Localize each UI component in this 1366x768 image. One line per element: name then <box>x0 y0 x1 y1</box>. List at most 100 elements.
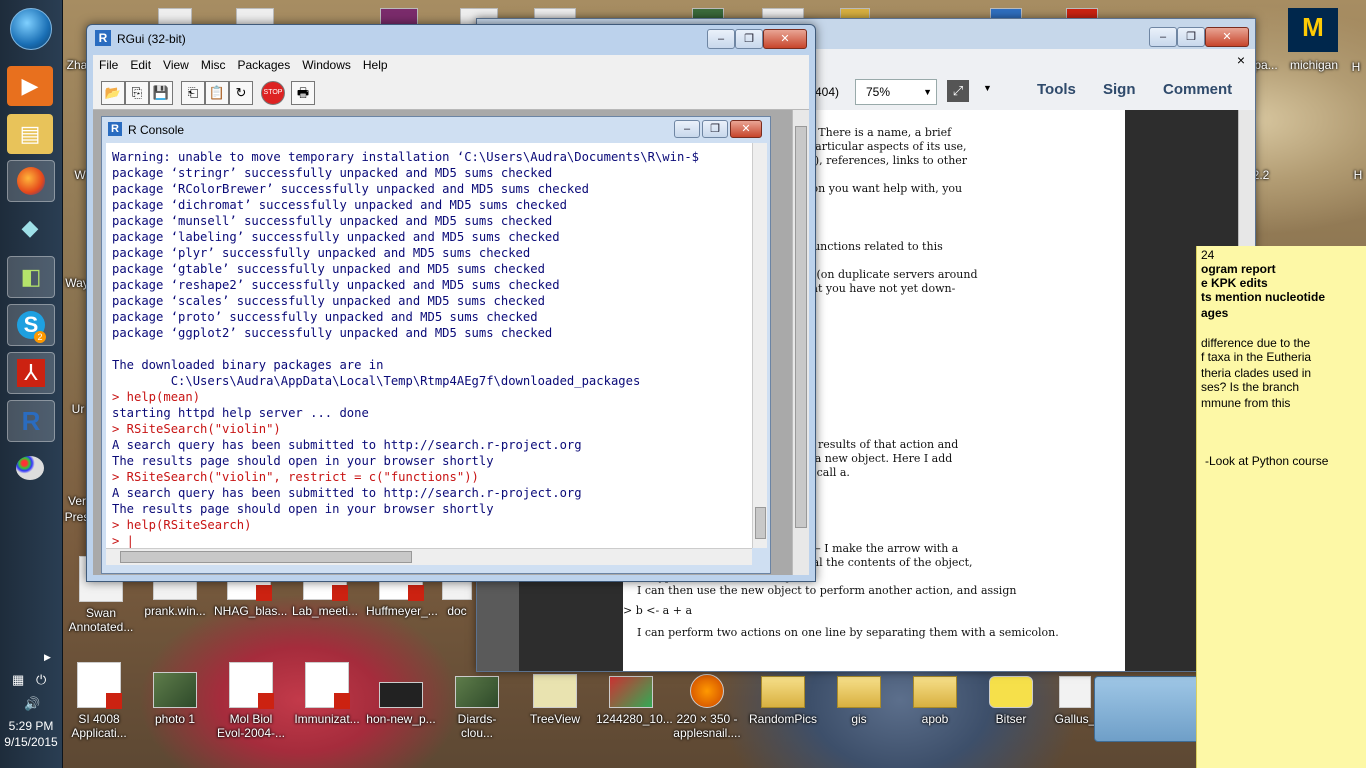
desktop-icon-shortcut[interactable]: Bitser <box>976 676 1046 726</box>
comment-button[interactable]: Comment <box>1163 81 1232 98</box>
desktop-icon-file[interactable]: Mol Biol Evol-2004-... <box>216 662 286 740</box>
desktop-icon-file[interactable]: 1244280_10... <box>596 676 673 726</box>
close-button[interactable]: ✕ <box>1205 27 1249 47</box>
media-player-icon[interactable]: ▶ <box>7 66 53 106</box>
load-workspace-icon[interactable]: ⎘ <box>125 81 149 105</box>
desktop-label[interactable]: Ur <box>68 402 88 416</box>
desktop-label-michigan[interactable]: michigan <box>1282 58 1346 72</box>
tools-button[interactable]: Tools <box>1037 81 1076 98</box>
menu-file[interactable]: File <box>93 55 124 72</box>
minimize-button[interactable]: – <box>1149 27 1177 47</box>
background-window[interactable] <box>1094 676 1200 742</box>
zoom-select[interactable]: 75% ▼ <box>855 79 937 105</box>
power-icon[interactable]: ⏻ <box>36 672 46 688</box>
treeview-icon <box>533 674 577 708</box>
console-command-line: > | <box>112 534 135 548</box>
notes-icon[interactable]: ◆ <box>7 208 53 248</box>
rgui-window[interactable]: R RGui (32-bit) – ❐ ✕ File Edit View Misc Pa… <box>86 24 816 582</box>
console-horizontal-scrollbar[interactable] <box>106 548 752 565</box>
acrobat-icon[interactable]: ⅄ <box>7 352 55 394</box>
print-icon[interactable]: 🖶 <box>291 81 315 105</box>
console-output-line: package ‘scales’ successfully unpacked a… <box>112 294 545 308</box>
folder-icon <box>913 676 957 708</box>
desktop-icon-shortcut[interactable]: TreeView <box>520 674 590 726</box>
paste-icon[interactable]: 📋 <box>205 81 229 105</box>
fullscreen-icon[interactable]: ⤢ <box>947 80 969 102</box>
sticky-note-line: ts mention nucleotide <box>1201 290 1326 304</box>
sign-button[interactable]: Sign <box>1103 81 1136 98</box>
console-command-line: > RSiteSearch("violin") <box>112 422 281 436</box>
menu-windows[interactable]: Windows <box>296 55 357 72</box>
close-button[interactable]: ✕ <box>730 120 762 138</box>
minimize-button[interactable]: – <box>674 120 700 138</box>
copy-paste-icon[interactable]: ↻ <box>229 81 253 105</box>
r-icon[interactable]: R <box>7 400 55 442</box>
desktop-icon-file[interactable]: hon-new_p... <box>366 682 436 726</box>
clock[interactable]: 5:29 PM 9/15/2015 <box>0 718 62 750</box>
menu-misc[interactable]: Misc <box>195 55 232 72</box>
stop-icon[interactable]: STOP <box>261 81 285 105</box>
chevron-down-icon: ▼ <box>923 87 932 97</box>
desktop-icon-file[interactable]: photo 1 <box>140 672 210 726</box>
mdi-vertical-scrollbar[interactable] <box>792 110 809 575</box>
sticky-note[interactable]: 24 ogram report e KPK edits ts mention nucl… <box>1196 246 1366 768</box>
maximize-button[interactable]: ❐ <box>735 29 763 49</box>
bitser-icon <box>989 676 1033 708</box>
close-document-button[interactable]: × <box>1237 52 1245 68</box>
console-output[interactable]: Warning: unable to move temporary instal… <box>106 143 752 548</box>
chevron-down-icon[interactable]: ▼ <box>983 83 992 93</box>
maximize-button[interactable]: ❐ <box>702 120 728 138</box>
sticky-note-line: ogram report <box>1201 262 1276 276</box>
scroll-thumb[interactable] <box>755 507 766 539</box>
skype-icon[interactable]: S2 <box>7 304 55 346</box>
r-console-window[interactable]: R R Console – ❐ ✕ Warning: unable to mov… <box>101 116 771 574</box>
volume-icon[interactable]: 🔊 <box>24 696 40 712</box>
r-console-icon: R <box>108 122 122 136</box>
scroll-thumb[interactable] <box>120 551 412 563</box>
console-output-line: package ‘stringr’ successfully unpacked … <box>112 166 553 180</box>
network-icon[interactable]: ▦ <box>12 672 24 688</box>
desktop-icon-file[interactable]: SI 4008 Applicati... <box>64 662 134 740</box>
desktop-label[interactable]: H <box>1350 168 1366 182</box>
console-output-line: The downloaded binary packages are in <box>112 358 384 372</box>
console-output-line: A search query has been submitted to htt… <box>112 438 582 452</box>
menu-view[interactable]: View <box>157 55 195 72</box>
michigan-logo-icon[interactable]: M <box>1288 8 1338 52</box>
desktop-icon-folder[interactable]: RandomPics <box>748 676 818 726</box>
chevron-up-icon[interactable]: ▶ <box>44 652 51 663</box>
firefox-icon[interactable] <box>7 160 55 202</box>
desktop-icon-folder[interactable]: apob <box>900 676 970 726</box>
save-workspace-icon[interactable]: 💾 <box>149 81 173 105</box>
console-command-line: > RSiteSearch("violin", restrict = c("fu… <box>112 470 479 484</box>
console-output-line: The results page should open in your bro… <box>112 502 494 516</box>
calendar-icon[interactable]: ◧ <box>7 256 55 298</box>
scroll-thumb[interactable] <box>795 126 807 528</box>
paint-icon[interactable] <box>7 448 53 488</box>
start-button[interactable] <box>10 8 52 50</box>
menu-packages[interactable]: Packages <box>232 55 297 72</box>
menubar: File Edit View Misc Packages Windows Help <box>93 55 809 75</box>
menu-help[interactable]: Help <box>357 55 394 72</box>
console-title: R Console <box>128 123 185 137</box>
sticky-note-line: difference due to the <box>1201 336 1311 350</box>
menu-edit[interactable]: Edit <box>124 55 157 72</box>
copy-icon[interactable]: ⎗ <box>181 81 205 105</box>
sticky-note-line: ages <box>1201 306 1229 320</box>
desktop-icon-folder[interactable]: gis <box>824 676 894 726</box>
file-explorer-icon[interactable]: ▤ <box>7 114 53 154</box>
open-script-icon[interactable]: 📂 <box>101 81 125 105</box>
desktop-icon-shortcut[interactable]: 220 × 350 - applesnail.... <box>672 674 742 740</box>
console-vertical-scrollbar[interactable] <box>752 143 767 548</box>
desktop-icon-file[interactable]: Diards-clou... <box>442 676 512 740</box>
desktop-label[interactable]: H <box>1346 60 1366 74</box>
sticky-note-line: ses? Is the branch <box>1201 380 1300 394</box>
sticky-note-line: f taxa in the Eutheria <box>1201 350 1312 364</box>
close-button[interactable]: ✕ <box>763 29 807 49</box>
desktop-icon-file[interactable]: Gallus_ <box>1052 676 1098 726</box>
minimize-button[interactable]: – <box>707 29 735 49</box>
rgui-titlebar[interactable]: R RGui (32-bit) – ❐ ✕ <box>87 25 815 53</box>
desktop-icon-file[interactable]: Immunizat... <box>292 662 362 726</box>
restore-button[interactable]: ❐ <box>1177 27 1205 47</box>
console-output-line: package ‘proto’ successfully unpacked an… <box>112 310 538 324</box>
